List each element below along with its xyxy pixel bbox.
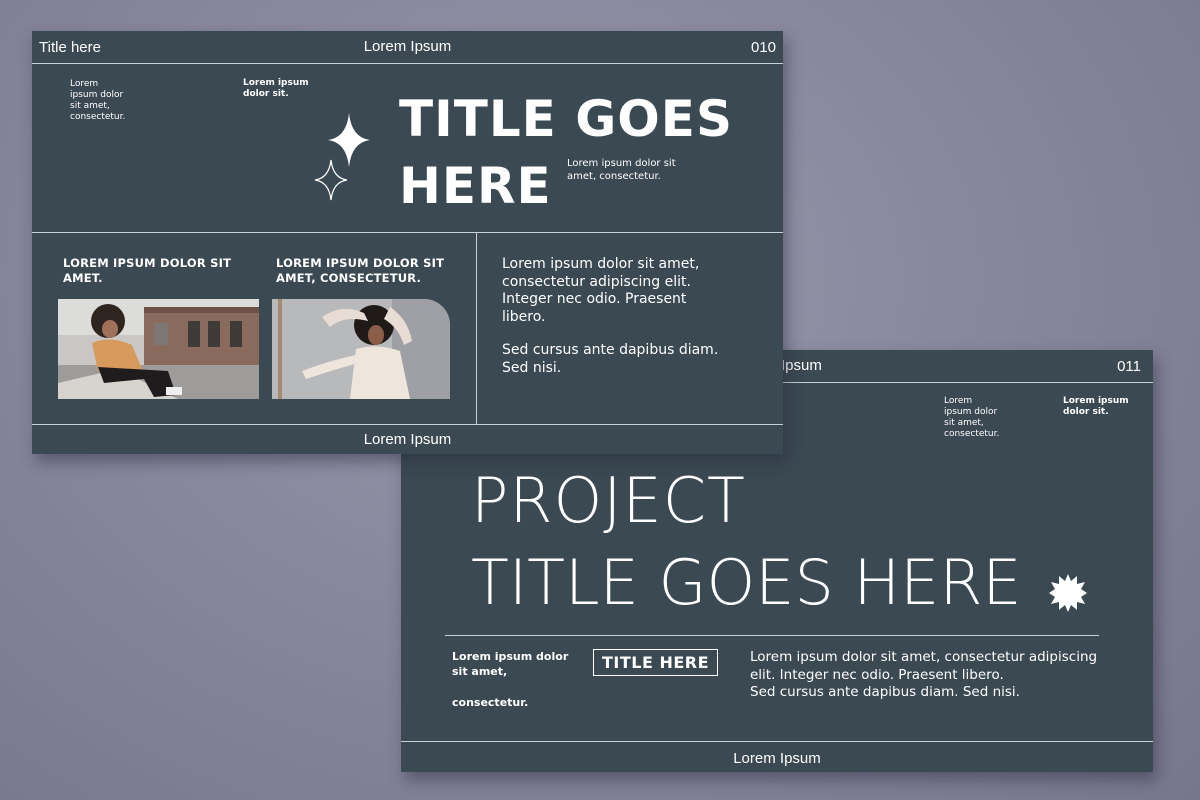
slide1-top-mid-text: Lorem ipsum dolor sit. [243, 78, 309, 99]
slide1-title-line2: HERE [399, 157, 552, 215]
slide1-footer-rule [32, 424, 783, 425]
slide2-right-text: Lorem ipsum dolor sit amet, consectetur … [750, 649, 1098, 700]
slide2-top-text-a: Lorem ipsum dolor sit amet, consectetur. [944, 396, 1000, 439]
slide2-left-text: Lorem ipsum dolor sit amet, consectetur. [452, 650, 569, 709]
slide2-boxed-title: TITLE HERE [593, 649, 719, 676]
slide-010: Title here Lorem Ipsum 010 Lorem ipsum do… [32, 31, 783, 454]
four-point-star-outline-icon [314, 159, 348, 201]
slide1-header-center: Lorem Ipsum [363, 38, 452, 55]
slide1-title-side-text: Lorem ipsum dolor sit amet, consectetur. [567, 158, 676, 182]
slide1-top-left-text: Lorem ipsum dolor sit amet, consectetur. [70, 79, 126, 122]
slide2-mid-rule [445, 635, 1099, 636]
photo-street-crouch [58, 299, 259, 399]
slide2-title-line2: TITLE GOES HERE [471, 546, 1022, 619]
slide1-column-divider [476, 232, 477, 424]
slide1-title-line1: TITLE GOES [399, 90, 733, 148]
slide2-title-line1: PROJECT [471, 464, 746, 537]
slide2-footer-title: Lorem Ipsum [733, 750, 821, 767]
slide2-page-number: 011 [1117, 358, 1141, 375]
slide2-footer-rule [401, 741, 1153, 742]
slide2-top-text-b: Lorem ipsum dolor sit. [1063, 396, 1129, 417]
slide1-col2-heading: LOREM IPSUM DOLOR SIT AMET, CONSECTETUR. [276, 256, 445, 285]
slide1-col1-heading: LOREM IPSUM DOLOR SIT AMET. [63, 256, 232, 285]
slide1-footer-title: Lorem Ipsum [363, 431, 452, 448]
slide1-header-rule [32, 63, 783, 64]
slide1-mid-rule [32, 232, 783, 233]
slide2-header-title: Ipsum [781, 357, 822, 374]
slide1-page-number: 010 [750, 39, 776, 56]
photo-arms-raised [272, 299, 450, 399]
starburst-icon [1049, 574, 1087, 612]
slide1-right-paragraph-2: Sed cursus ante dapibus diam. Sed nisi. [502, 342, 719, 376]
slide1-right-paragraph-1: Lorem ipsum dolor sit amet, consectetur a… [502, 256, 700, 325]
